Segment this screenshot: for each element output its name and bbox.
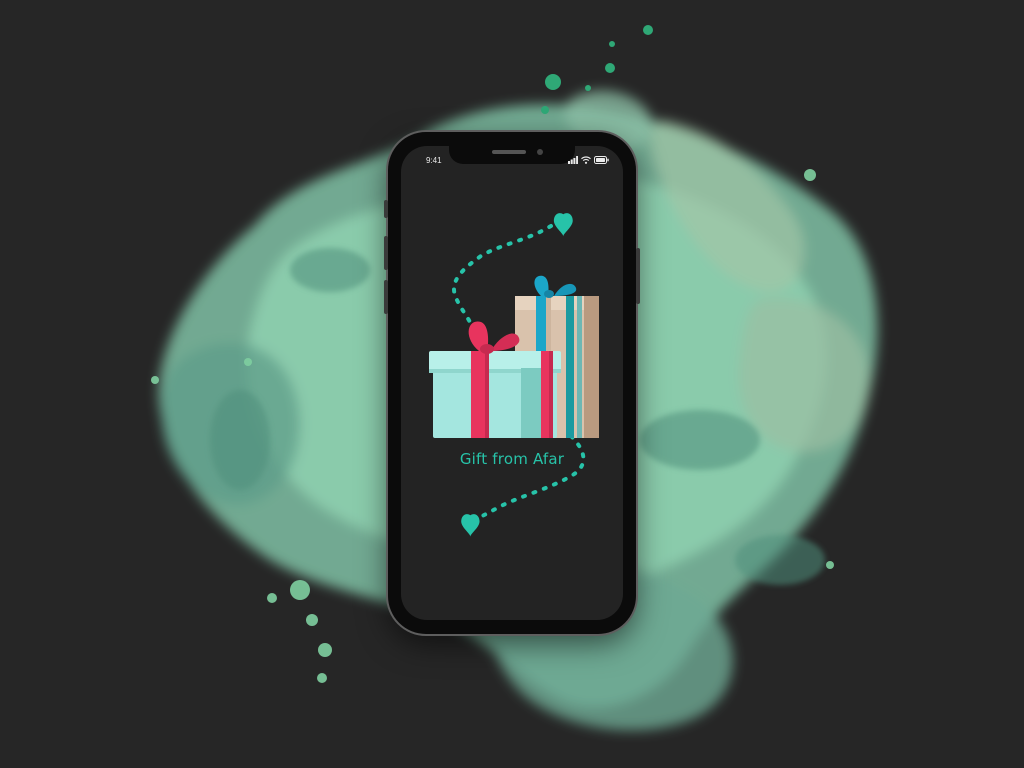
phone-power-button	[636, 248, 640, 304]
phone-screen: 9:41 Gift from Afar	[401, 146, 623, 620]
phone-volume-down-button	[384, 280, 388, 314]
phone-volume-up-button	[384, 236, 388, 270]
phone-side-button	[384, 200, 388, 218]
heart-icon-top	[553, 213, 573, 237]
phone-mockup: 9:41 Gift from Afar	[384, 132, 640, 634]
gift-illustration	[429, 213, 599, 537]
app-title: Gift from Afar	[459, 450, 565, 468]
heart-icon-bottom	[461, 514, 480, 537]
dotted-path-bottom	[472, 434, 586, 522]
stage: 9:41 Gift from Afar	[0, 0, 1024, 768]
